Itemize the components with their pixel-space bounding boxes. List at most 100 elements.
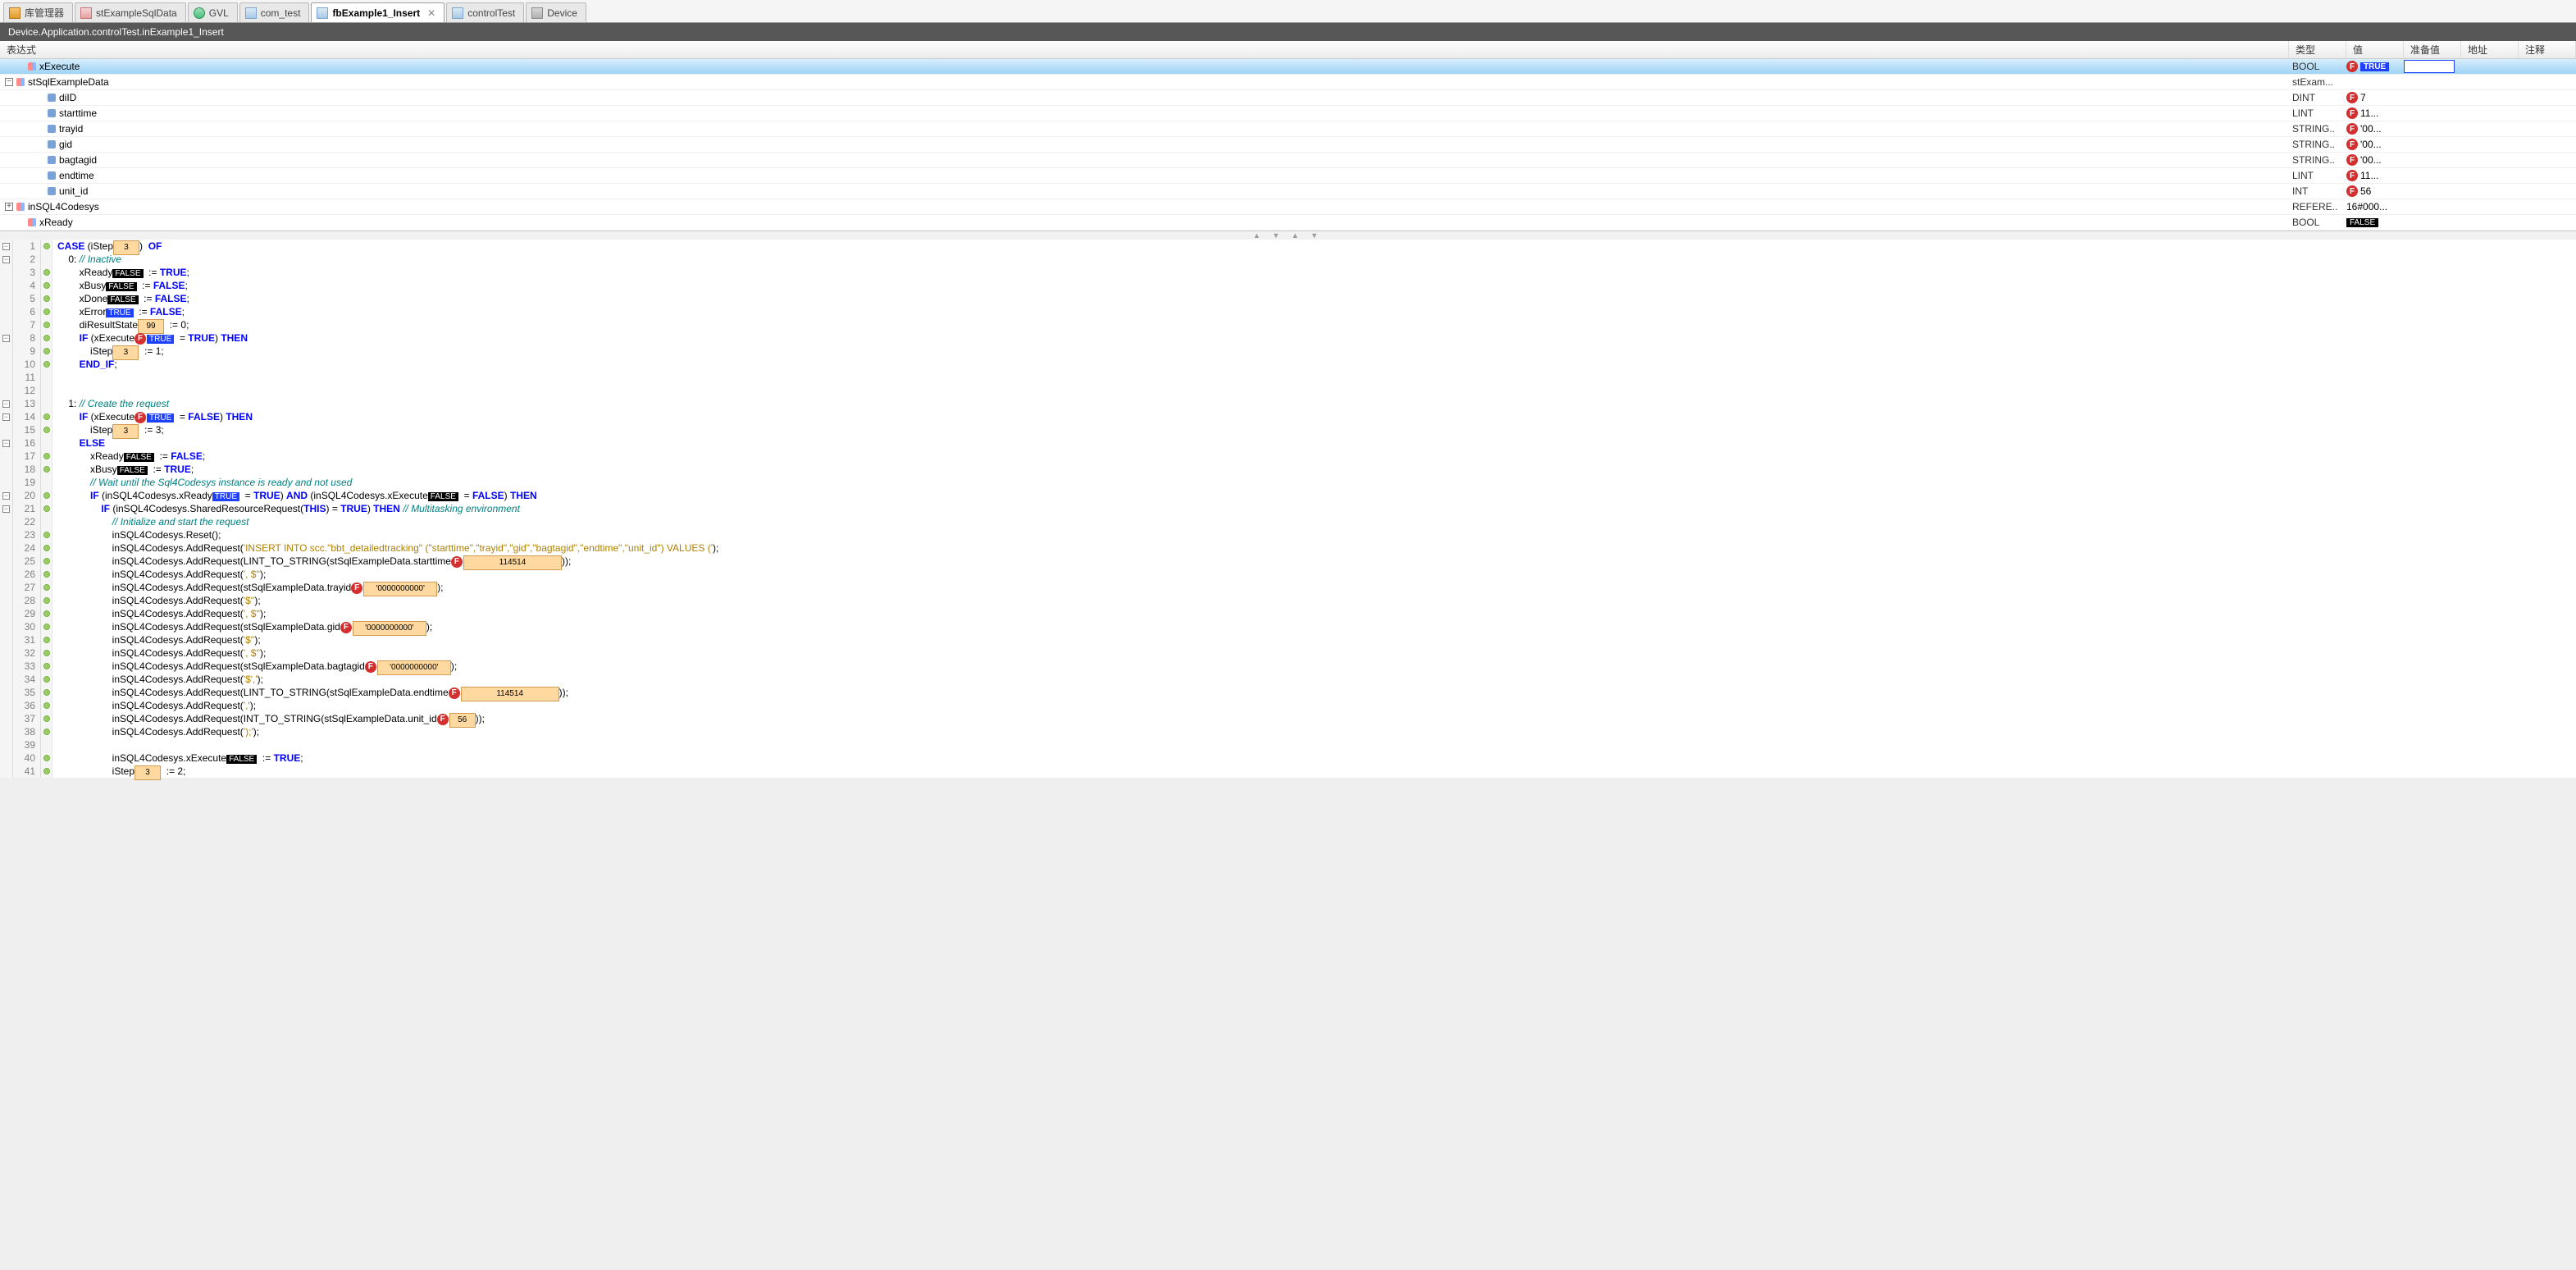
col-header-address[interactable]: 地址 [2461, 41, 2519, 58]
code-line[interactable]: // Wait until the Sql4Codesys instance i… [57, 476, 2576, 489]
variable-row[interactable]: starttimeLINTF11... [0, 106, 2576, 121]
variable-expression-cell[interactable]: starttime [0, 107, 2289, 119]
code-line[interactable]: inSQL4Codesys.xExecuteFALSE := TRUE; [57, 751, 2576, 765]
code-editor[interactable]: −−−−−−−− 1234567891011121314151617181920… [0, 240, 2576, 778]
code-line[interactable]: inSQL4Codesys.AddRequest(');'); [57, 725, 2576, 738]
variable-value-cell[interactable]: F11... [2346, 170, 2404, 181]
code-line[interactable]: iStep3 := 2; [57, 765, 2576, 778]
code-line[interactable]: inSQL4Codesys.AddRequest(INT_TO_STRING(s… [57, 712, 2576, 725]
code-line[interactable]: xBusyFALSE := FALSE; [57, 279, 2576, 292]
col-header-comment[interactable]: 注释 [2519, 41, 2576, 58]
code-line[interactable] [57, 371, 2576, 384]
code-line[interactable]: iStep3 := 1; [57, 345, 2576, 358]
code-line[interactable]: inSQL4Codesys.AddRequest('$''); [57, 633, 2576, 646]
fold-toggle-icon[interactable]: − [2, 505, 10, 513]
tab-Device[interactable]: Device [526, 2, 586, 22]
code-line[interactable]: CASE (iStep3) OF [57, 240, 2576, 253]
fold-toggle-icon[interactable]: − [2, 413, 10, 421]
variable-expression-cell[interactable]: −stSqlExampleData [0, 76, 2289, 88]
variable-value-cell[interactable]: F'00... [2346, 139, 2404, 150]
variable-row[interactable]: xExecuteBOOLFTRUE [0, 59, 2576, 75]
code-line[interactable]: IF (xExecuteFTRUE = TRUE) THEN [57, 331, 2576, 345]
code-line[interactable]: inSQL4Codesys.AddRequest('INSERT INTO sc… [57, 541, 2576, 555]
variable-row[interactable]: −stSqlExampleDatastExam... [0, 75, 2576, 90]
code-line[interactable]: diResultState99 := 0; [57, 318, 2576, 331]
variable-expression-cell[interactable]: xExecute [0, 61, 2289, 72]
code-line[interactable]: inSQL4Codesys.AddRequest(stSqlExampleDat… [57, 581, 2576, 594]
prepared-value-input[interactable] [2404, 60, 2455, 73]
code-line[interactable]: iStep3 := 3; [57, 423, 2576, 436]
variable-value-cell[interactable]: F'00... [2346, 123, 2404, 135]
tab-库管理器[interactable]: 库管理器 [3, 2, 73, 22]
code-line[interactable] [57, 384, 2576, 397]
code-line[interactable] [57, 738, 2576, 751]
code-line[interactable]: xErrorTRUE := FALSE; [57, 305, 2576, 318]
close-icon[interactable]: ✕ [427, 7, 435, 19]
tab-fbExample1_Insert[interactable]: fbExample1_Insert✕ [311, 2, 445, 22]
code-line[interactable]: // Initialize and start the request [57, 515, 2576, 528]
fold-column[interactable]: − − − − − − − − [0, 240, 13, 778]
variable-row[interactable]: bagtagidSTRING..F'00... [0, 153, 2576, 168]
variable-value-cell[interactable]: F56 [2346, 185, 2404, 197]
code-line[interactable]: 0: // Inactive [57, 253, 2576, 266]
variable-row[interactable]: endtimeLINTF11... [0, 168, 2576, 184]
variable-expression-cell[interactable]: xReady [0, 217, 2289, 228]
col-header-type[interactable]: 类型 [2289, 41, 2346, 58]
col-header-expression[interactable]: 表达式 [0, 41, 2289, 58]
code-line[interactable]: xBusyFALSE := TRUE; [57, 463, 2576, 476]
fold-toggle-icon[interactable]: − [2, 492, 10, 500]
variable-expression-cell[interactable]: +inSQL4Codesys [0, 201, 2289, 212]
code-line[interactable]: inSQL4Codesys.AddRequest(stSqlExampleDat… [57, 660, 2576, 673]
variable-expression-cell[interactable]: trayid [0, 123, 2289, 135]
tree-toggle-icon[interactable]: + [5, 203, 13, 211]
code-line[interactable]: inSQL4Codesys.Reset(); [57, 528, 2576, 541]
fold-toggle-icon[interactable]: − [2, 335, 10, 342]
code-line[interactable]: ELSE [57, 436, 2576, 450]
code-line[interactable]: inSQL4Codesys.AddRequest(stSqlExampleDat… [57, 620, 2576, 633]
col-header-value[interactable]: 值 [2346, 41, 2404, 58]
variable-row[interactable]: unit_idINTF56 [0, 184, 2576, 199]
tab-GVL[interactable]: GVL [188, 2, 238, 22]
prepared-value-cell[interactable] [2404, 60, 2461, 73]
variable-row[interactable]: xReadyBOOLFALSE [0, 215, 2576, 231]
variable-value-cell[interactable]: F7 [2346, 92, 2404, 103]
tab-com_test[interactable]: com_test [239, 2, 310, 22]
code-line[interactable]: xDoneFALSE := FALSE; [57, 292, 2576, 305]
variable-row[interactable]: diIDDINTF7 [0, 90, 2576, 106]
code-line[interactable]: inSQL4Codesys.AddRequest(LINT_TO_STRING(… [57, 555, 2576, 568]
variable-row[interactable]: trayidSTRING..F'00... [0, 121, 2576, 137]
code-line[interactable]: inSQL4Codesys.AddRequest(LINT_TO_STRING(… [57, 686, 2576, 699]
fold-toggle-icon[interactable]: − [2, 400, 10, 408]
fold-toggle-icon[interactable]: − [2, 243, 10, 250]
variable-value-cell[interactable]: F'00... [2346, 154, 2404, 166]
variable-value-cell[interactable]: 16#000... [2346, 201, 2404, 212]
variable-row[interactable]: gidSTRING..F'00... [0, 137, 2576, 153]
variable-value-cell[interactable]: FALSE [2346, 218, 2404, 227]
code-line[interactable]: inSQL4Codesys.AddRequest(', $''); [57, 568, 2576, 581]
code-line[interactable]: inSQL4Codesys.AddRequest(', $''); [57, 646, 2576, 660]
code-line[interactable]: IF (xExecuteFTRUE = FALSE) THEN [57, 410, 2576, 423]
code-line[interactable]: IF (inSQL4Codesys.SharedResourceRequest(… [57, 502, 2576, 515]
variable-expression-cell[interactable]: endtime [0, 170, 2289, 181]
variable-value-cell[interactable]: F11... [2346, 107, 2404, 119]
code-line[interactable]: IF (inSQL4Codesys.xReadyTRUE = TRUE) AND… [57, 489, 2576, 502]
code-line[interactable]: inSQL4Codesys.AddRequest(','); [57, 699, 2576, 712]
tree-toggle-icon[interactable]: − [5, 78, 13, 86]
code-lines[interactable]: CASE (iStep3) OF 0: // Inactive xReadyFA… [52, 240, 2576, 778]
code-line[interactable]: xReadyFALSE := FALSE; [57, 450, 2576, 463]
variable-expression-cell[interactable]: unit_id [0, 185, 2289, 197]
code-line[interactable]: 1: // Create the request [57, 397, 2576, 410]
variable-row[interactable]: +inSQL4CodesysREFERE..16#000... [0, 199, 2576, 215]
fold-toggle-icon[interactable]: − [2, 440, 10, 447]
variable-expression-cell[interactable]: bagtagid [0, 154, 2289, 166]
fold-toggle-icon[interactable]: − [2, 256, 10, 263]
code-line[interactable]: inSQL4Codesys.AddRequest(', $''); [57, 607, 2576, 620]
variable-expression-cell[interactable]: diID [0, 92, 2289, 103]
variable-value-cell[interactable]: FTRUE [2346, 61, 2404, 72]
col-header-prepared-value[interactable]: 准备值 [2404, 41, 2461, 58]
code-line[interactable]: xReadyFALSE := TRUE; [57, 266, 2576, 279]
tab-stExampleSqlData[interactable]: stExampleSqlData [75, 2, 186, 22]
tab-controlTest[interactable]: controlTest [446, 2, 524, 22]
code-line[interactable]: END_IF; [57, 358, 2576, 371]
variable-expression-cell[interactable]: gid [0, 139, 2289, 150]
